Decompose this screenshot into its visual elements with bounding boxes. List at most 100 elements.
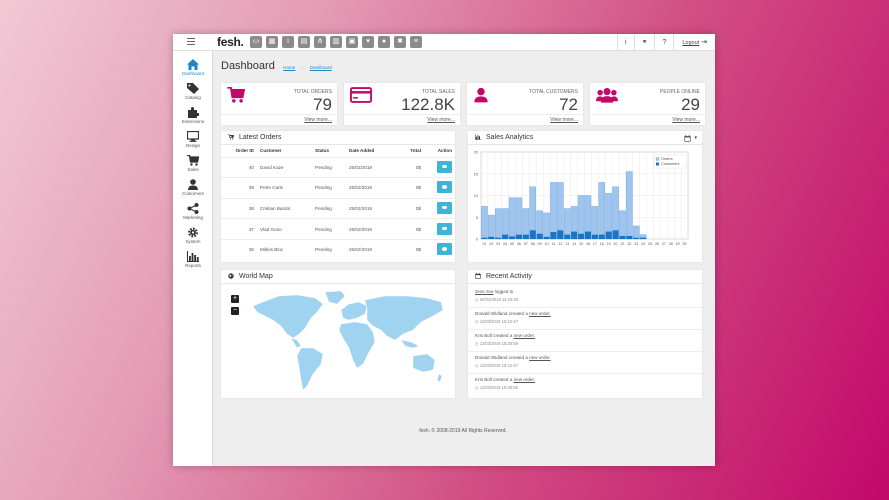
puzzle-icon: [188, 107, 199, 118]
sidebar-item-reports[interactable]: Reports: [173, 251, 213, 268]
activity-item: Donald Widland created a new order. ◷ 11…: [475, 311, 551, 324]
legend-swatch-customers: [656, 162, 659, 166]
y-tick-label: 5: [476, 216, 478, 220]
customer-name: Miklos Bloc: [257, 238, 312, 260]
grid-icon[interactable]: ▦: [266, 36, 278, 48]
view-order-button[interactable]: [437, 181, 452, 194]
new-zealand-region[interactable]: [436, 373, 443, 383]
x-tick-label: 28: [669, 242, 673, 246]
sidebar-item-catalog[interactable]: Catalog: [173, 83, 213, 100]
asia-region[interactable]: [364, 295, 444, 341]
info-button[interactable]: i: [617, 34, 634, 51]
bar-customers: [488, 236, 495, 239]
info-icon[interactable]: i: [282, 36, 294, 48]
order-date: 25/02/2019: [346, 218, 394, 240]
sales-analytics-panel: Sales Analytics ▾ 20 15 10 5 0 01 02 03 04 05 06 07…: [468, 131, 702, 262]
sidebar-item-marketing[interactable]: Marketing: [173, 203, 213, 220]
view-order-button[interactable]: [437, 201, 452, 214]
world-map[interactable]: [245, 290, 450, 394]
view-more-link[interactable]: View more...: [304, 117, 332, 123]
zoom-in-button[interactable]: +: [231, 295, 239, 303]
top-bar: fesh. ▭ ▦ i ▤ ⋔ ▥ ▣ ▾ ● ✱ ≡ i ⚭ ? Logout…: [173, 34, 715, 51]
building-icon[interactable]: ▥: [330, 36, 342, 48]
activity-text: logged in.: [494, 289, 515, 294]
link-button[interactable]: ⚭: [633, 34, 655, 51]
europe-region[interactable]: [340, 301, 368, 321]
activity-text: created a: [508, 355, 528, 360]
zoom-out-button[interactable]: −: [231, 307, 239, 315]
africa-region[interactable]: [338, 321, 376, 369]
sidebar-item-dashboard[interactable]: Dashboard: [173, 59, 213, 76]
logout-button[interactable]: Logout ⇥: [673, 34, 715, 51]
new-order-link[interactable]: new order.: [514, 333, 535, 338]
view-more-link[interactable]: View more...: [427, 117, 455, 123]
divider: [468, 351, 702, 352]
folder-icon[interactable]: ▭: [250, 36, 262, 48]
view-order-button[interactable]: [437, 160, 452, 173]
bar-customers: [571, 231, 578, 239]
sidebar-item-extensions[interactable]: Extensions: [173, 107, 213, 124]
sidebar-item-design[interactable]: Design: [173, 131, 213, 148]
users-icon[interactable]: ●: [378, 36, 390, 48]
breadcrumb-home[interactable]: Home: [283, 65, 295, 70]
list-icon[interactable]: ≡: [410, 36, 422, 48]
new-order-link[interactable]: new order.: [529, 311, 550, 316]
bar-customers: [543, 236, 550, 239]
chevron-down-icon[interactable]: ▾: [694, 131, 697, 145]
bar-customers: [495, 237, 502, 239]
monitor-icon: [187, 131, 199, 142]
x-tick-label: 04: [503, 242, 507, 246]
breadcrumb-dashboard[interactable]: Dashboard: [310, 65, 332, 70]
top-right-tools: i ⚭ ? Logout ⇥: [617, 34, 715, 51]
cogs-icon[interactable]: ✱: [394, 36, 406, 48]
help-button[interactable]: ?: [654, 34, 673, 51]
australia-region[interactable]: [412, 353, 436, 373]
action-cell: [424, 177, 455, 199]
menu-toggle-icon[interactable]: [187, 38, 195, 45]
view-more-link[interactable]: View more...: [550, 117, 578, 123]
bar-orders: [598, 182, 605, 240]
new-order-link[interactable]: new order.: [514, 377, 535, 382]
bar-customers: [584, 231, 591, 239]
order-status: Pending: [312, 218, 346, 240]
panel-title: Recent Activity: [486, 273, 532, 280]
central-america-region[interactable]: [290, 337, 302, 349]
activity-user-link[interactable]: zeze zee: [475, 289, 493, 294]
column-header[interactable]: Customer: [257, 145, 312, 157]
column-header[interactable]: Status: [312, 145, 346, 157]
view-order-button[interactable]: [437, 222, 452, 235]
breadcrumb-separator: ›: [301, 65, 304, 70]
south-america-region[interactable]: [296, 347, 324, 391]
y-tick-label: 20: [474, 151, 478, 155]
order-total: 0$: [394, 238, 424, 260]
bar-customers: [522, 234, 529, 239]
action-cell: [424, 156, 455, 178]
legend-swatch-orders: [655, 157, 660, 161]
column-header[interactable]: Date Added: [346, 145, 394, 157]
bar-customers: [509, 236, 516, 239]
panel-title: World Map: [239, 273, 273, 280]
cart-icon[interactable]: ▾: [362, 36, 374, 48]
view-more-link[interactable]: View more...: [672, 117, 700, 123]
bar-customers: [481, 237, 488, 239]
column-header[interactable]: Order ID: [221, 145, 257, 157]
activity-item: Donald Widland created a new order. ◷ 11…: [475, 355, 551, 368]
x-tick-label: 13: [565, 242, 569, 246]
southeast-asia-region[interactable]: [400, 339, 420, 349]
sidebar-item-system[interactable]: System: [173, 227, 213, 244]
sidebar-item-customers[interactable]: Customers: [173, 179, 213, 196]
divider: [468, 373, 702, 374]
bar-orders: [632, 225, 640, 240]
view-order-button[interactable]: [437, 243, 452, 256]
sidebar-item-sales[interactable]: Sales: [173, 155, 213, 172]
sitemap-icon[interactable]: ⋔: [314, 36, 326, 48]
calendar-icon[interactable]: [684, 135, 691, 142]
greenland-region[interactable]: [324, 290, 346, 305]
north-america-region[interactable]: [252, 294, 324, 339]
chat-icon[interactable]: ▤: [298, 36, 310, 48]
money-icon[interactable]: ▣: [346, 36, 358, 48]
bar-customers: [529, 230, 536, 239]
new-order-link[interactable]: new order.: [529, 355, 550, 360]
footer: fesh. © 2008-2019 All Rights Reserved.: [419, 428, 507, 434]
column-header[interactable]: Total: [394, 145, 424, 157]
